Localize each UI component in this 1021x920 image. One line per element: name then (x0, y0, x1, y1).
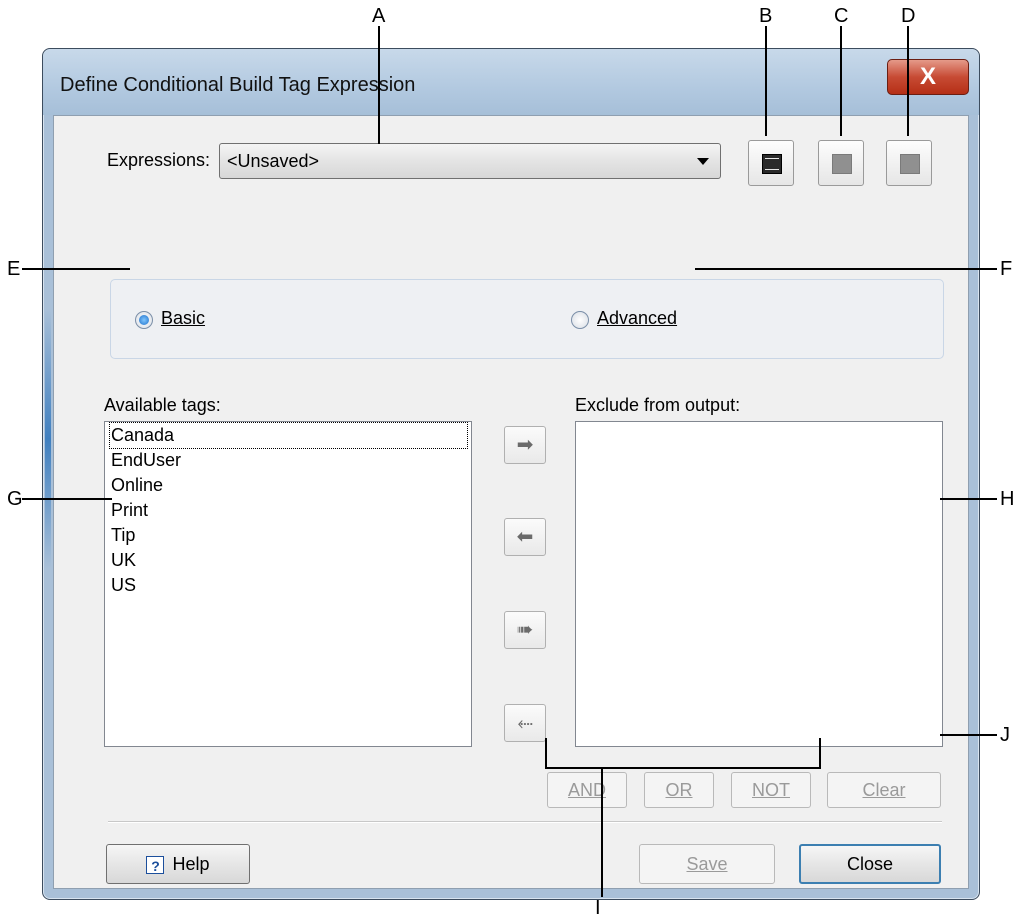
callout-f: F (1000, 258, 1013, 280)
save-as-icon (762, 154, 782, 174)
callout-a: A (372, 5, 386, 27)
rename-button[interactable] (818, 140, 864, 186)
delete-button[interactable] (886, 140, 932, 186)
callout-i-bracket-left (545, 738, 547, 768)
list-item[interactable]: Print (111, 498, 148, 523)
callout-j-line (940, 734, 997, 736)
callout-g-line (22, 498, 112, 500)
close-window-button[interactable]: X (887, 59, 969, 95)
window-title: Define Conditional Build Tag Expression (60, 74, 416, 96)
list-item[interactable]: US (111, 573, 136, 598)
callout-h: H (1000, 488, 1015, 510)
help-label: Help (172, 854, 210, 874)
expressions-value: <Unsaved> (227, 151, 320, 171)
callout-c: C (834, 5, 849, 27)
move-right-button[interactable]: ➡ (504, 426, 546, 464)
close-icon: X (919, 63, 936, 90)
callout-b-line (765, 26, 767, 136)
callout-a-line (378, 26, 380, 144)
expressions-label: Expressions: (107, 150, 211, 170)
delete-icon (900, 154, 920, 174)
callout-c-line (840, 26, 842, 136)
callout-i-line (601, 767, 603, 897)
callout-f-line (695, 268, 997, 270)
callout-g: G (7, 488, 23, 510)
help-button[interactable]: ? Help (106, 844, 250, 884)
available-tags-label: Available tags: (104, 395, 221, 415)
move-all-left-button[interactable]: ⬸ (504, 704, 546, 742)
footer-separator (108, 821, 942, 823)
list-item[interactable]: EndUser (111, 448, 181, 473)
move-all-right-button[interactable]: ➠ (504, 611, 546, 649)
arrow-right-icon: ➡ (516, 434, 534, 456)
list-item[interactable]: Canada (109, 422, 468, 449)
list-item[interactable]: Tip (111, 523, 135, 548)
callout-e-line (22, 268, 130, 270)
double-arrow-left-icon: ⬸ (517, 712, 533, 734)
callout-i-bracket-right (819, 738, 821, 768)
or-button[interactable]: OR (644, 772, 714, 808)
close-button[interactable]: Close (799, 844, 941, 884)
save-button[interactable]: Save (639, 844, 775, 884)
help-icon: ? (146, 856, 165, 875)
chevron-down-icon (697, 158, 709, 165)
double-arrow-right-icon: ➠ (516, 619, 534, 641)
clear-button[interactable]: Clear (827, 772, 941, 808)
advanced-label[interactable]: Advanced (597, 308, 677, 329)
expressions-dropdown[interactable]: <Unsaved> (219, 143, 721, 179)
move-left-button[interactable]: ⬅ (504, 518, 546, 556)
basic-label[interactable]: Basic (161, 308, 205, 329)
list-item[interactable]: UK (111, 548, 136, 573)
callout-h-line (940, 498, 997, 500)
arrow-left-icon: ⬅ (516, 526, 534, 548)
title-bar: Define Conditional Build Tag Expression … (43, 49, 979, 115)
exclude-label: Exclude from output: (575, 395, 741, 415)
callout-b: B (759, 5, 773, 27)
advanced-radio[interactable] (571, 311, 589, 329)
not-button[interactable]: NOT (731, 772, 811, 808)
list-item[interactable]: Online (111, 473, 163, 498)
callout-e: E (7, 258, 21, 280)
dialog-client: Expressions: <Unsaved> Basic Advanced Av… (53, 115, 969, 889)
exclude-list[interactable] (575, 421, 943, 747)
rename-icon (832, 154, 852, 174)
dialog-window: Define Conditional Build Tag Expression … (42, 48, 980, 900)
mode-group: Basic Advanced (110, 279, 944, 359)
basic-radio[interactable] (135, 311, 153, 329)
frame-accent (45, 309, 51, 569)
callout-d-line (907, 26, 909, 136)
save-as-button[interactable] (748, 140, 794, 186)
available-tags-list[interactable]: Canada EndUser Online Print Tip UK US (104, 421, 472, 747)
callout-i-bracket-bottom (545, 767, 821, 769)
callout-i: I (595, 897, 601, 919)
callout-d: D (901, 5, 916, 27)
and-button[interactable]: AND (547, 772, 627, 808)
callout-j: J (1000, 724, 1010, 746)
